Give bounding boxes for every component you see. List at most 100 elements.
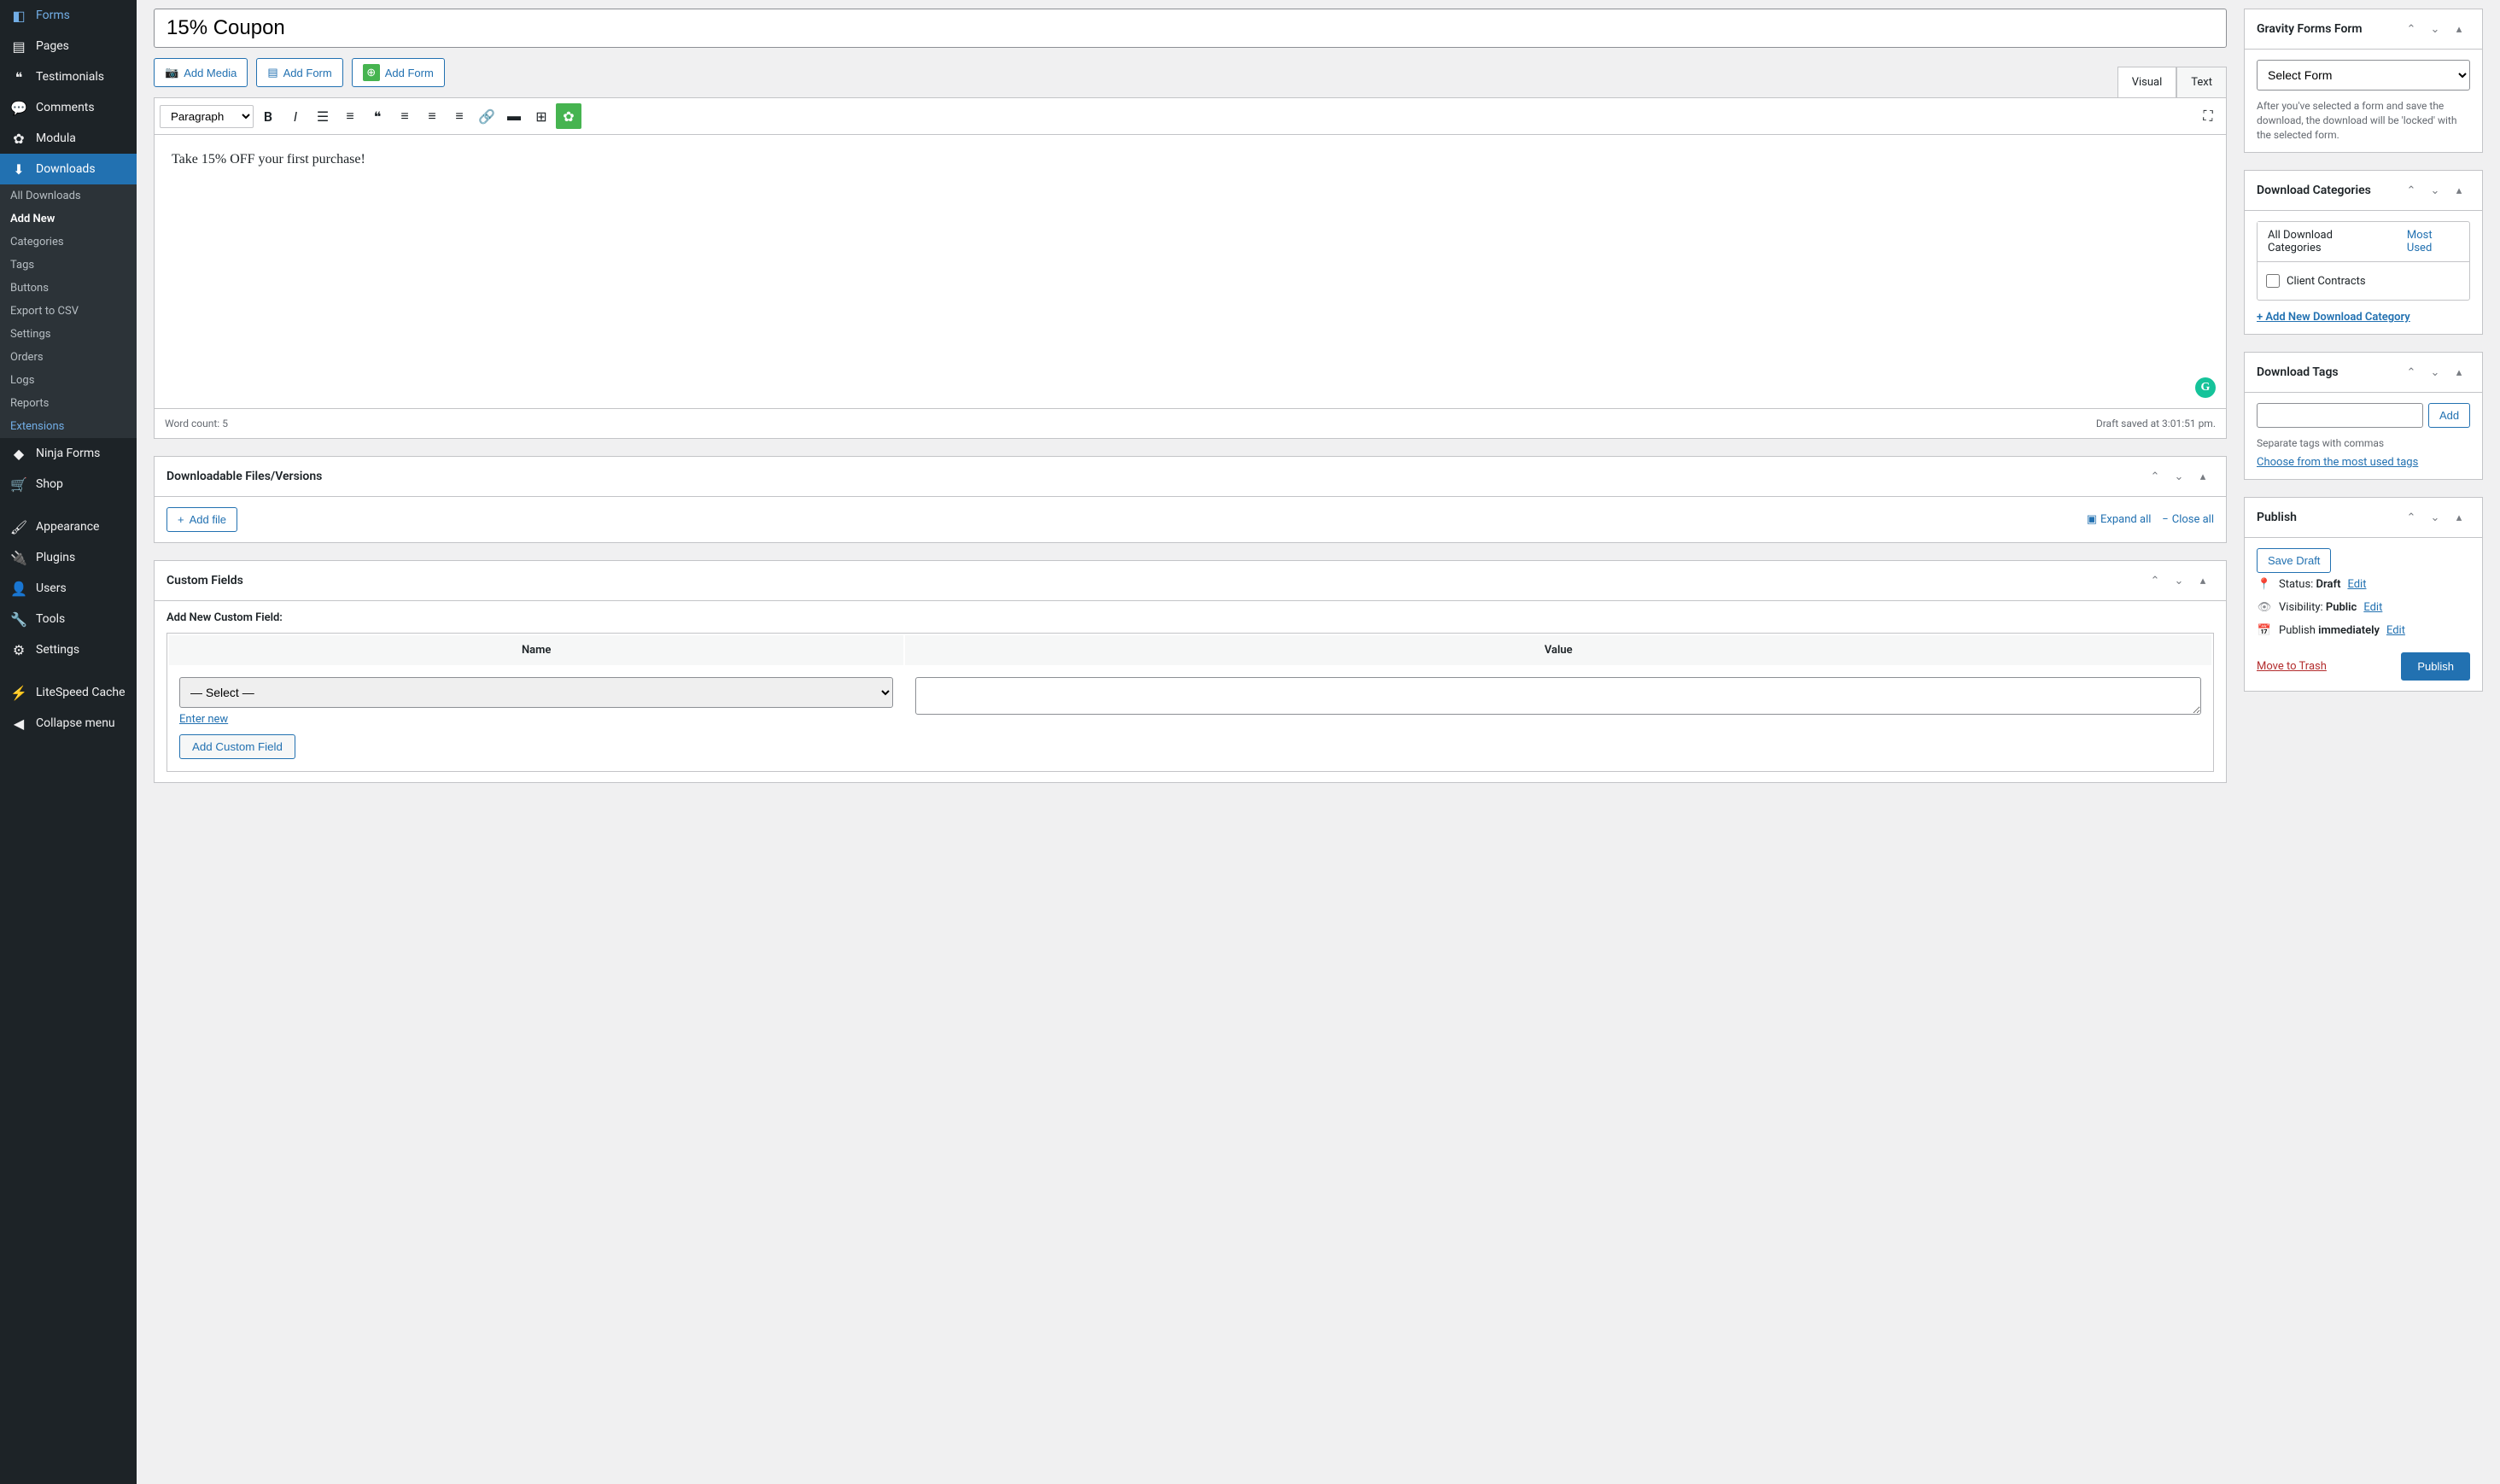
tag-input[interactable] [2257, 403, 2423, 428]
sidebar-item-users[interactable]: 👤 Users [0, 573, 137, 604]
submenu-extensions[interactable]: Extensions [0, 415, 137, 438]
form-icon: ▤ [267, 66, 277, 79]
submenu-export-csv[interactable]: Export to CSV [0, 300, 137, 323]
panel-up-icon[interactable]: ⌃ [2400, 506, 2422, 529]
add-media-button[interactable]: 📷 Add Media [154, 58, 248, 87]
sidebar-item-forms[interactable]: ◧ Forms [0, 0, 137, 31]
fullscreen-button[interactable]: ⛶ [2195, 103, 2221, 129]
panel-up-icon[interactable]: ⌃ [2400, 361, 2422, 383]
panel-toggle-icon[interactable]: ▴ [2448, 361, 2470, 383]
plugins-icon: 🔌 [10, 549, 27, 566]
edit-visibility-link[interactable]: Edit [2363, 601, 2382, 614]
submenu-tags[interactable]: Tags [0, 254, 137, 277]
align-left-button[interactable]: ≡ [392, 103, 418, 129]
toolbar-toggle-button[interactable]: ⊞ [529, 103, 554, 129]
sidebar-label: Comments [36, 101, 95, 114]
settings-icon: ⚙ [10, 641, 27, 658]
add-new-category-link[interactable]: + Add New Download Category [2257, 311, 2410, 324]
sidebar-label: Modula [36, 131, 76, 145]
add-media-label: Add Media [184, 67, 237, 79]
tools-icon: 🔧 [10, 611, 27, 628]
edit-publish-date-link[interactable]: Edit [2386, 624, 2405, 637]
sidebar-item-downloads[interactable]: ⬇ Downloads [0, 154, 137, 184]
sidebar-item-modula[interactable]: ✿ Modula [0, 123, 137, 154]
link-button[interactable]: 🔗 [474, 103, 499, 129]
extra-button[interactable]: ✿ [556, 103, 581, 129]
submenu-reports[interactable]: Reports [0, 392, 137, 415]
edit-status-link[interactable]: Edit [2347, 578, 2366, 591]
panel-down-icon[interactable]: ⌄ [2424, 179, 2446, 202]
sidebar-item-appearance[interactable]: 🖌 Appearance [0, 511, 137, 542]
cat-checkbox-client-contracts[interactable] [2266, 274, 2280, 288]
submenu-logs[interactable]: Logs [0, 369, 137, 392]
panel-toggle-icon[interactable]: ▴ [2448, 506, 2470, 529]
choose-tags-link[interactable]: Choose from the most used tags [2257, 456, 2418, 469]
panel-down-icon[interactable]: ⌄ [2424, 18, 2446, 40]
more-button[interactable]: ▬ [501, 103, 527, 129]
cat-tab-most-used[interactable]: Most Used [2397, 222, 2469, 261]
align-center-button[interactable]: ≡ [419, 103, 445, 129]
sidebar-label: LiteSpeed Cache [36, 686, 126, 699]
modula-icon: ✿ [10, 130, 27, 147]
grammarly-icon[interactable]: G [2195, 377, 2216, 398]
tab-text[interactable]: Text [2176, 67, 2227, 97]
download-categories-panel: Download Categories ⌃ ⌄ ▴ All Download C… [2244, 170, 2483, 335]
cat-tab-all[interactable]: All Download Categories [2258, 222, 2397, 261]
panel-up-icon[interactable]: ⌃ [2144, 570, 2166, 592]
sidebar-item-settings[interactable]: ⚙ Settings [0, 634, 137, 665]
sidebar-item-testimonials[interactable]: ❝ Testimonials [0, 61, 137, 92]
sidebar-item-pages[interactable]: ▤ Pages [0, 31, 137, 61]
move-to-trash-link[interactable]: Move to Trash [2257, 660, 2327, 673]
submenu-orders[interactable]: Orders [0, 346, 137, 369]
panel-up-icon[interactable]: ⌃ [2144, 465, 2166, 488]
panel-toggle-icon[interactable]: ▴ [2448, 179, 2470, 202]
panel-toggle-icon[interactable]: ▴ [2192, 465, 2214, 488]
word-count: Word count: 5 [165, 418, 228, 429]
add-form-button-2[interactable]: ⊕ Add Form [352, 58, 445, 87]
italic-button[interactable]: I [283, 103, 308, 129]
panel-toggle-icon[interactable]: ▴ [2192, 570, 2214, 592]
cf-value-textarea[interactable] [915, 677, 2201, 715]
tab-visual[interactable]: Visual [2117, 67, 2177, 97]
panel-down-icon[interactable]: ⌄ [2168, 465, 2190, 488]
submenu-settings[interactable]: Settings [0, 323, 137, 346]
sidebar-label: Shop [36, 477, 63, 491]
panel-up-icon[interactable]: ⌃ [2400, 179, 2422, 202]
publish-date-text: Publish immediately [2279, 624, 2380, 637]
add-custom-field-button[interactable]: Add Custom Field [179, 734, 295, 759]
enter-new-link[interactable]: Enter new [179, 713, 228, 726]
panel-down-icon[interactable]: ⌄ [2168, 570, 2190, 592]
submenu-add-new[interactable]: Add New [0, 207, 137, 231]
sidebar-item-litespeed[interactable]: ⚡ LiteSpeed Cache [0, 677, 137, 708]
submenu-all-downloads[interactable]: All Downloads [0, 184, 137, 207]
publish-button[interactable]: Publish [2401, 652, 2470, 681]
close-all-link[interactable]: − Close all [2162, 513, 2214, 526]
add-file-button[interactable]: + Add file [166, 507, 237, 532]
panel-down-icon[interactable]: ⌄ [2424, 361, 2446, 383]
bold-button[interactable]: B [255, 103, 281, 129]
cf-name-select[interactable]: — Select — [179, 677, 893, 708]
submenu-buttons[interactable]: Buttons [0, 277, 137, 300]
format-select[interactable]: Paragraph [160, 105, 254, 128]
editor-body[interactable]: Take 15% OFF your first purchase! G [155, 135, 2226, 408]
sidebar-item-comments[interactable]: 💬 Comments [0, 92, 137, 123]
panel-toggle-icon[interactable]: ▴ [2448, 18, 2470, 40]
sidebar-item-ninja-forms[interactable]: ◆ Ninja Forms [0, 438, 137, 469]
title-input[interactable] [154, 9, 2227, 48]
submenu-categories[interactable]: Categories [0, 231, 137, 254]
panel-down-icon[interactable]: ⌄ [2424, 506, 2446, 529]
sidebar-item-collapse[interactable]: ◀ Collapse menu [0, 708, 137, 739]
bullet-list-button[interactable]: ☰ [310, 103, 336, 129]
add-form-button-1[interactable]: ▤ Add Form [256, 58, 342, 87]
sidebar-item-plugins[interactable]: 🔌 Plugins [0, 542, 137, 573]
numbered-list-button[interactable]: ≡ [337, 103, 363, 129]
expand-all-link[interactable]: ▣ Expand all [2087, 513, 2152, 526]
gravity-form-select[interactable]: Select Form [2257, 60, 2470, 91]
add-tag-button[interactable]: Add [2428, 403, 2470, 428]
sidebar-item-tools[interactable]: 🔧 Tools [0, 604, 137, 634]
panel-up-icon[interactable]: ⌃ [2400, 18, 2422, 40]
quote-button[interactable]: ❝ [365, 103, 390, 129]
save-draft-button[interactable]: Save Draft [2257, 548, 2331, 573]
align-right-button[interactable]: ≡ [447, 103, 472, 129]
sidebar-item-shop[interactable]: 🛒 Shop [0, 469, 137, 500]
